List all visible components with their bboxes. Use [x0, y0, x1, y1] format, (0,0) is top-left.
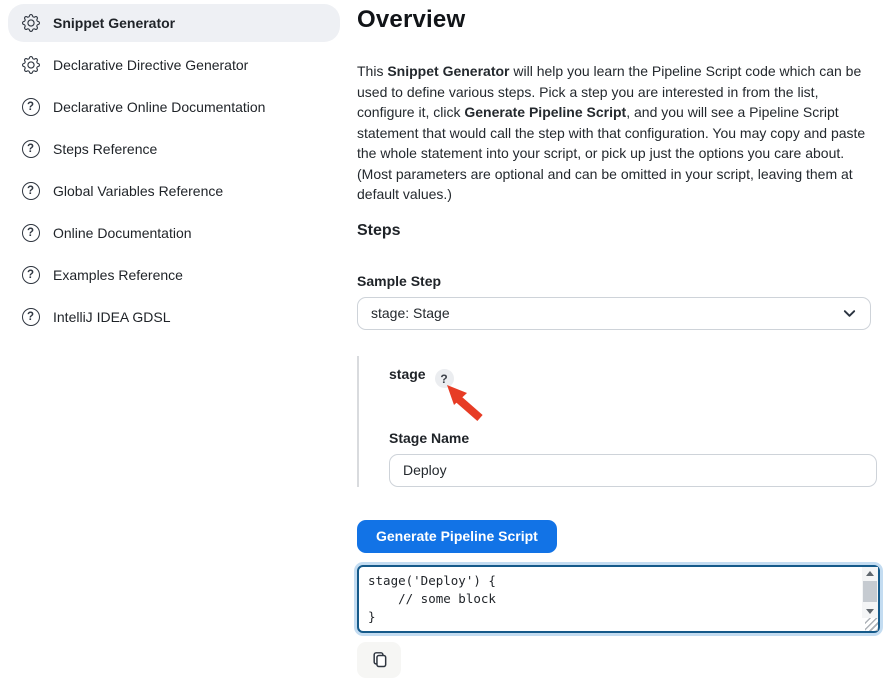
sidebar-item[interactable]: Global Variables Reference [8, 172, 340, 210]
sidebar-item-label: Declarative Online Documentation [53, 99, 265, 115]
scroll-down-button[interactable] [862, 605, 878, 618]
triangle-down-icon [866, 609, 874, 614]
sidebar: Snippet Generator Declarative Directive … [0, 0, 348, 682]
sidebar-item[interactable]: Online Documentation [8, 214, 340, 252]
pipeline-script-text: stage('Deploy') { // some block } [359, 567, 878, 631]
scroll-up-button[interactable] [862, 567, 878, 580]
question-icon [22, 266, 40, 284]
sample-step-label: Sample Step [357, 273, 871, 289]
sidebar-nav: Snippet Generator Declarative Directive … [8, 4, 340, 336]
scrollbar[interactable] [862, 567, 878, 618]
sidebar-item-label: Declarative Directive Generator [53, 57, 248, 73]
sample-step-select[interactable]: stage: Stage [357, 297, 871, 330]
scrollbar-thumb[interactable] [863, 581, 877, 602]
gear-icon [22, 14, 40, 32]
stage-name-label: Stage Name [389, 430, 871, 446]
stage-label: stage [389, 366, 426, 382]
stage-name-input[interactable] [389, 454, 877, 487]
question-icon [22, 98, 40, 116]
sidebar-item[interactable]: IntelliJ IDEA GDSL [8, 298, 340, 336]
generate-pipeline-script-button[interactable]: Generate Pipeline Script [357, 520, 557, 553]
main-content: Overview This Snippet Generator will hel… [348, 0, 885, 682]
sidebar-item[interactable]: Snippet Generator [8, 4, 340, 42]
intro-paragraph: This Snippet Generator will help you lea… [357, 61, 871, 205]
sidebar-item[interactable]: Declarative Online Documentation [8, 88, 340, 126]
sidebar-item[interactable]: Declarative Directive Generator [8, 46, 340, 84]
triangle-up-icon [866, 571, 874, 576]
question-icon [22, 308, 40, 326]
page-title: Overview [357, 6, 871, 34]
sidebar-item-label: IntelliJ IDEA GDSL [53, 309, 171, 325]
red-arrow-pointer-icon [444, 384, 494, 424]
steps-heading: Steps [357, 222, 871, 240]
sample-step-value: stage: Stage [371, 305, 450, 321]
question-icon [22, 224, 40, 242]
copy-icon [371, 651, 388, 668]
pipeline-script-output[interactable]: stage('Deploy') { // some block } [357, 565, 880, 633]
question-icon [22, 182, 40, 200]
intro-text: This [357, 63, 387, 79]
sidebar-item-label: Online Documentation [53, 225, 192, 241]
gear-icon [22, 56, 40, 74]
sidebar-item-label: Snippet Generator [53, 15, 175, 31]
intro-bold-generate: Generate Pipeline Script [464, 104, 626, 120]
snippet-generator-page: Snippet Generator Declarative Directive … [0, 0, 892, 682]
chevron-down-icon [842, 306, 857, 321]
resize-grip-icon[interactable] [865, 618, 878, 631]
sidebar-item[interactable]: Steps Reference [8, 130, 340, 168]
stage-config-block: stage? Stage Name [357, 356, 871, 487]
sidebar-item-label: Global Variables Reference [53, 183, 223, 199]
sidebar-item[interactable]: Examples Reference [8, 256, 340, 294]
copy-button[interactable] [357, 642, 401, 678]
question-icon [22, 140, 40, 158]
intro-bold-snippet-generator: Snippet Generator [387, 63, 509, 79]
sidebar-item-label: Steps Reference [53, 141, 157, 157]
sidebar-item-label: Examples Reference [53, 267, 183, 283]
stage-header: stage? [389, 366, 871, 430]
